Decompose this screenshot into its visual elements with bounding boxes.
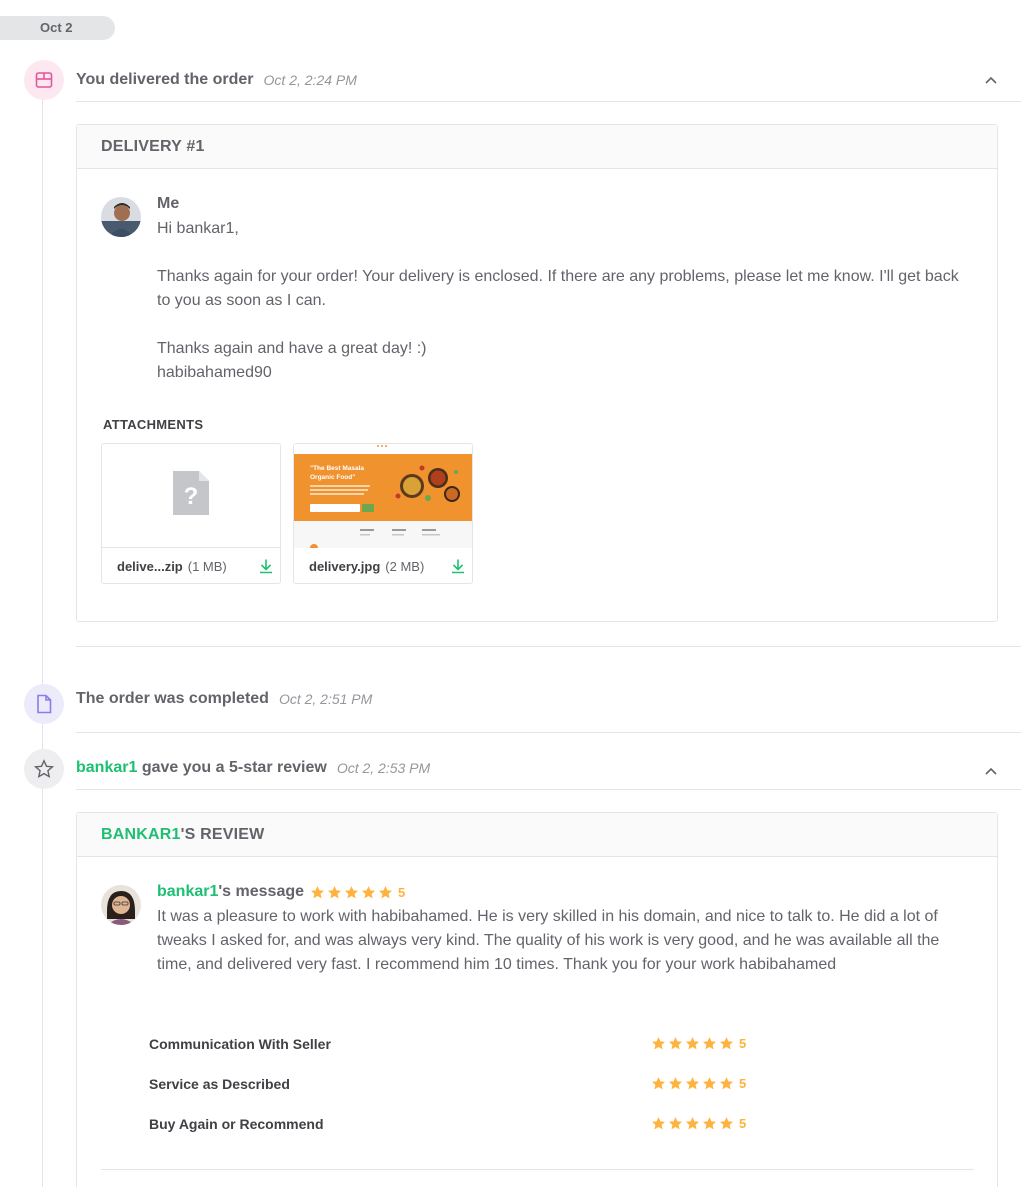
star-icon bbox=[378, 885, 393, 898]
divider bbox=[76, 646, 1021, 647]
attachment-thumbnail: ? bbox=[102, 444, 280, 548]
avatar bbox=[101, 885, 141, 925]
star-icon bbox=[310, 885, 325, 898]
timeline-line bbox=[42, 80, 43, 1187]
star-icon bbox=[685, 1117, 700, 1130]
divider bbox=[76, 789, 1021, 790]
review-message: It was a pleasure to work with habibaham… bbox=[157, 908, 940, 973]
review-sender: bankar1's message 5 bbox=[157, 883, 405, 901]
criteria-label: Service as Described bbox=[149, 1076, 290, 1092]
star-icon bbox=[702, 1077, 717, 1090]
criteria-label: Buy Again or Recommend bbox=[149, 1116, 324, 1132]
divider bbox=[76, 101, 1021, 102]
attachment-footer: delivery.jpg (2 MB) bbox=[294, 548, 472, 583]
review-header: BANKAR1'S REVIEW bbox=[77, 813, 997, 857]
attachment-card[interactable]: ? delive...zip (1 MB) bbox=[101, 443, 281, 584]
rating-value: 5 bbox=[739, 1076, 747, 1091]
delivery-card: DELIVERY #1 Me Hi bankar1, Thanks again … bbox=[76, 124, 998, 622]
star-icon bbox=[702, 1037, 717, 1050]
rating-stars: 5 bbox=[651, 1076, 746, 1091]
event-time: Oct 2, 2:24 PM bbox=[263, 72, 357, 88]
attachment-footer: delive...zip (1 MB) bbox=[102, 548, 280, 583]
rating-value: 5 bbox=[398, 884, 406, 900]
reviewer-link[interactable]: bankar1 bbox=[76, 759, 137, 776]
chevron-up-icon[interactable] bbox=[983, 763, 999, 779]
avatar bbox=[101, 197, 141, 237]
event-review: bankar1 gave you a 5-star review Oct 2, … bbox=[76, 756, 1021, 780]
star-icon bbox=[651, 1037, 666, 1050]
divider bbox=[76, 732, 1021, 733]
star-outline-icon bbox=[24, 749, 64, 789]
rating-value: 5 bbox=[739, 1036, 747, 1051]
message-greeting: Hi bankar1, bbox=[157, 220, 239, 237]
document-icon bbox=[24, 684, 64, 724]
rating-stars: 5 bbox=[651, 1036, 746, 1051]
package-icon bbox=[24, 60, 64, 100]
criteria-rating: 5 bbox=[651, 1076, 746, 1091]
attachment-card[interactable]: "The Best Masala Organic Food" delivery.… bbox=[293, 443, 473, 584]
star-icon bbox=[685, 1077, 700, 1090]
attachment-size: (2 MB) bbox=[385, 558, 425, 574]
unknown-file-icon: ? bbox=[173, 471, 209, 520]
event-title: The order was completed bbox=[76, 690, 269, 707]
rating-stars: 5 bbox=[310, 885, 405, 900]
star-icon bbox=[344, 885, 359, 898]
review-sender-user[interactable]: bankar1 bbox=[157, 883, 218, 901]
review-header-rest: 'S REVIEW bbox=[180, 826, 265, 843]
attachment-size: (1 MB) bbox=[187, 558, 227, 574]
image-thumbnail: "The Best Masala Organic Food" bbox=[294, 444, 472, 552]
message-closing: Thanks again and have a great day! :) bbox=[157, 340, 427, 357]
download-icon[interactable] bbox=[450, 558, 466, 574]
criteria-rating: 5 bbox=[651, 1116, 746, 1131]
message-signature: habibahamed90 bbox=[157, 364, 272, 381]
download-icon[interactable] bbox=[258, 558, 274, 574]
star-icon bbox=[668, 1117, 683, 1130]
event-time: Oct 2, 2:51 PM bbox=[278, 691, 373, 707]
star-icon bbox=[327, 885, 342, 898]
rating-value: 5 bbox=[739, 1116, 747, 1131]
criteria-label: Communication With Seller bbox=[149, 1036, 331, 1052]
svg-text:?: ? bbox=[184, 483, 199, 510]
star-icon bbox=[719, 1037, 734, 1050]
message-body: Thanks again for your order! Your delive… bbox=[157, 268, 959, 309]
delivery-header: DELIVERY #1 bbox=[77, 125, 997, 169]
star-icon bbox=[719, 1117, 734, 1130]
sender-name: Me bbox=[157, 195, 180, 212]
star-icon bbox=[668, 1037, 683, 1050]
review-sender-rest: 's message bbox=[218, 883, 305, 900]
delivery-message: Hi bankar1, Thanks again for your order!… bbox=[157, 217, 967, 385]
star-icon bbox=[685, 1037, 700, 1050]
rating-stars: 5 bbox=[651, 1116, 746, 1131]
star-icon bbox=[361, 885, 376, 898]
event-title: You delivered the order bbox=[76, 71, 254, 88]
star-icon bbox=[651, 1117, 666, 1130]
star-icon bbox=[702, 1117, 717, 1130]
event-title: bankar1 gave you a 5-star review bbox=[76, 759, 327, 777]
star-icon bbox=[719, 1077, 734, 1090]
date-pill: Oct 2 bbox=[0, 16, 115, 40]
preview-headline-2: Organic Food" bbox=[310, 474, 355, 481]
event-delivered: You delivered the order Oct 2, 2:24 PM bbox=[76, 68, 1021, 92]
star-icon bbox=[651, 1077, 666, 1090]
criteria-rating: 5 bbox=[651, 1036, 746, 1051]
attachment-name: delivery.jpg bbox=[309, 558, 381, 574]
star-icon bbox=[668, 1077, 683, 1090]
event-time: Oct 2, 2:53 PM bbox=[336, 760, 431, 776]
event-title-rest: gave you a 5-star review bbox=[137, 759, 327, 776]
divider bbox=[101, 1169, 974, 1170]
review-header-user: BANKAR1 bbox=[101, 826, 181, 843]
event-completed: The order was completed Oct 2, 2:51 PM bbox=[76, 687, 1021, 711]
preview-headline-1: "The Best Masala bbox=[310, 465, 364, 472]
review-card: BANKAR1'S REVIEW bankar1's message 5 It … bbox=[76, 812, 998, 1187]
attachments-title: ATTACHMENTS bbox=[103, 417, 204, 432]
attachment-name: delive...zip bbox=[117, 558, 183, 574]
chevron-up-icon[interactable] bbox=[983, 72, 999, 88]
